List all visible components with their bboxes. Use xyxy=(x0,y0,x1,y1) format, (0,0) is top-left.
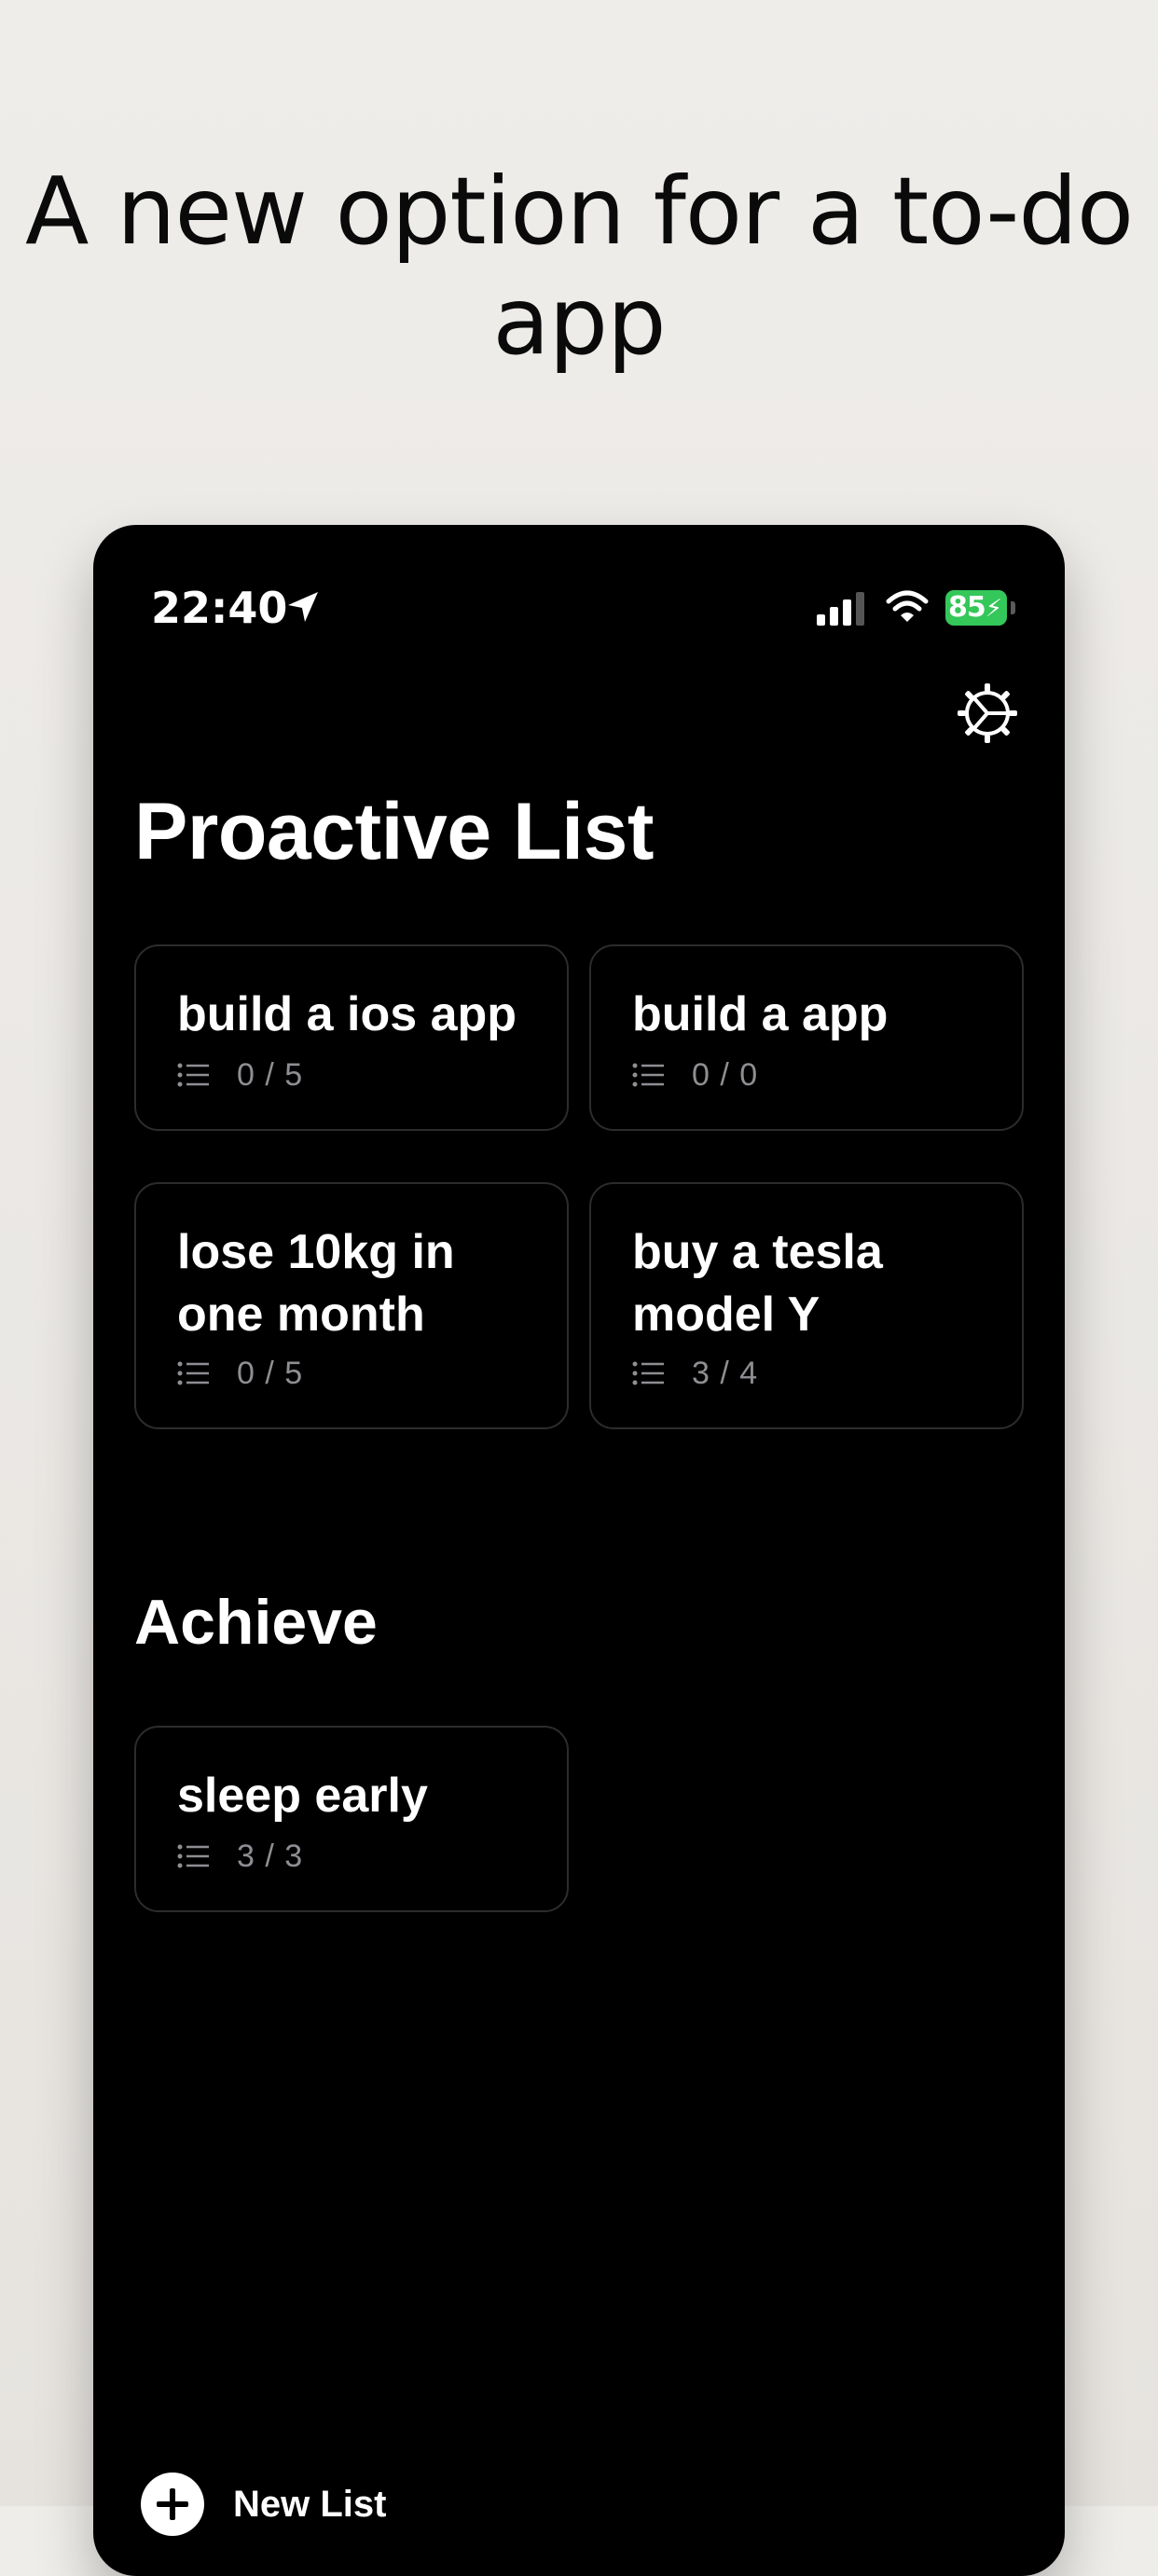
list-bullets-icon xyxy=(632,1361,664,1385)
list-card-title: lose 10kg in one month xyxy=(177,1225,455,1342)
wifi-icon xyxy=(886,590,929,622)
list-bullets-icon xyxy=(177,1361,209,1385)
task-count: 0 / 0 xyxy=(692,1056,759,1093)
list-card[interactable]: lose 10kg in one month 0 / 5 xyxy=(134,1182,569,1429)
new-list-button[interactable]: New List xyxy=(140,2472,386,2537)
section-title-achieve: Achieve xyxy=(134,1587,378,1658)
list-card-meta: 0 / 5 xyxy=(177,1056,304,1093)
achieved-list-card[interactable]: sleep early 3 / 3 xyxy=(134,1726,569,1912)
list-bullets-icon xyxy=(632,1063,664,1087)
status-time: 22:40 xyxy=(151,583,288,633)
headline-line-1: A new option for a to-do xyxy=(24,157,1134,266)
list-card-meta: 0 / 5 xyxy=(177,1355,304,1391)
plus-circle-icon xyxy=(141,2473,204,2536)
signal-icon xyxy=(817,592,864,626)
battery-charging-icon: ⚡ xyxy=(985,595,1002,623)
page-title: Proactive List xyxy=(134,787,655,876)
list-card-title: build a app xyxy=(632,987,889,1041)
list-card-meta: 3 / 3 xyxy=(177,1838,304,1874)
marketing-headline: A new option for a to-do app xyxy=(0,157,1158,377)
task-count: 0 / 5 xyxy=(237,1056,304,1093)
list-card-meta: 3 / 4 xyxy=(632,1355,759,1391)
list-card[interactable]: buy a tesla model Y 3 / 4 xyxy=(589,1182,1024,1429)
location-arrow-icon xyxy=(288,592,318,622)
list-card[interactable]: build a app 0 / 0 xyxy=(589,944,1024,1131)
new-list-label: New List xyxy=(233,2483,387,2525)
battery-level: 85 xyxy=(948,591,986,624)
phone-screen: 22:40 85⚡ Proactive List build a ios app… xyxy=(93,525,1065,2576)
list-card[interactable]: build a ios app 0 / 5 xyxy=(134,944,569,1131)
headline-line-2: app xyxy=(492,267,666,376)
battery-indicator: 85⚡ xyxy=(945,590,1016,627)
list-card-title: sleep early xyxy=(177,1769,428,1823)
list-card-title: buy a tesla model Y xyxy=(632,1225,883,1342)
list-card-meta: 0 / 0 xyxy=(632,1056,759,1093)
gear-icon[interactable] xyxy=(956,682,1019,745)
list-bullets-icon xyxy=(177,1063,209,1087)
task-count: 3 / 4 xyxy=(692,1355,759,1391)
status-bar: 22:40 85⚡ xyxy=(93,572,1065,637)
task-count: 0 / 5 xyxy=(237,1355,304,1391)
task-count: 3 / 3 xyxy=(237,1838,304,1874)
list-card-title: build a ios app xyxy=(177,987,517,1041)
list-bullets-icon xyxy=(177,1844,209,1868)
